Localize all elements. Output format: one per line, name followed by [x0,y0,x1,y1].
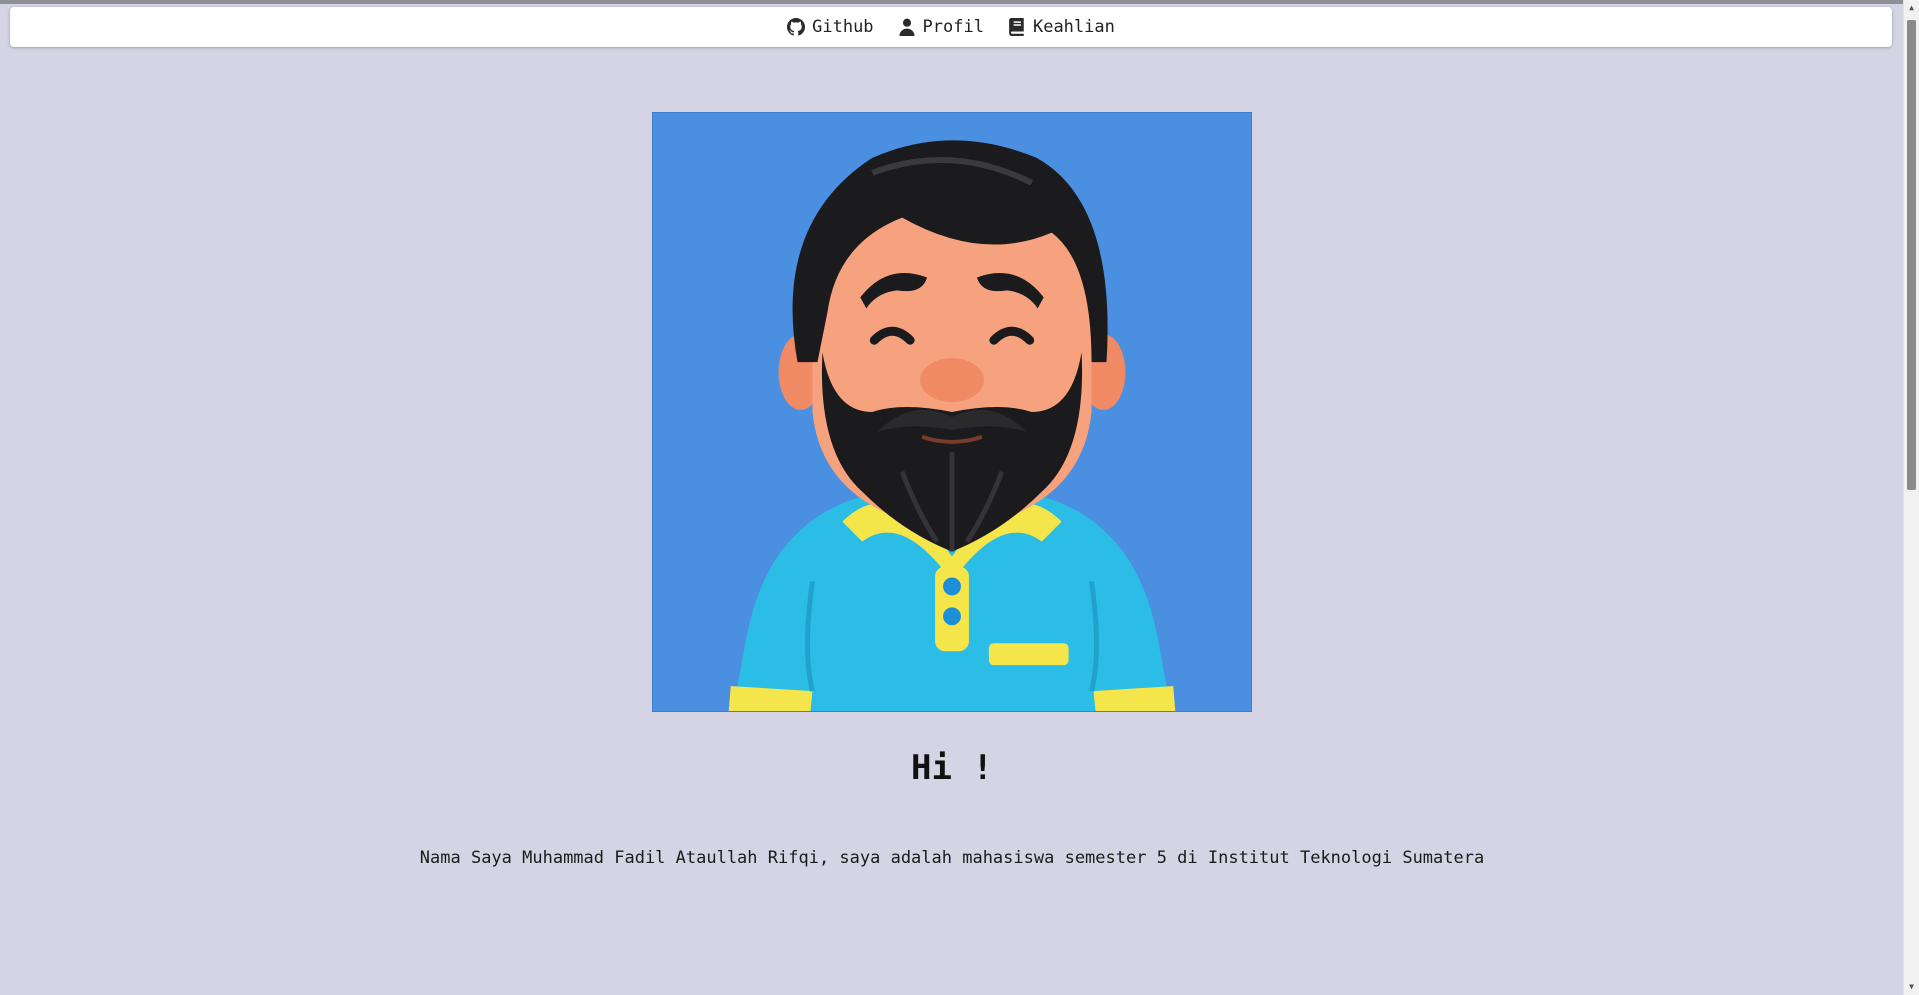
nav-github-label: Github [812,17,874,37]
vertical-scrollbar[interactable]: ▲ ▼ [1903,0,1919,995]
book-icon [1009,18,1024,36]
nav-profil-label: Profil [922,17,984,37]
top-navbar: Github Profil Keahlian [10,7,1892,47]
intro-text: Nama Saya Muhammad Fadil Ataullah Rifqi,… [419,848,1485,868]
profile-photo [652,112,1252,712]
nav-keahlian-label: Keahlian [1032,17,1115,37]
nav-profil-link[interactable]: Profil [898,17,984,37]
scroll-up-arrow[interactable]: ▲ [1904,0,1919,16]
greeting-heading: Hi ! [911,748,993,788]
nav-github-link[interactable]: Github [787,17,874,37]
scroll-thumb[interactable] [1907,20,1916,490]
user-icon [899,18,915,36]
github-icon [787,18,806,36]
window-top-strip [0,0,1919,4]
nav-keahlian-link[interactable]: Keahlian [1008,17,1115,37]
scroll-down-arrow[interactable]: ▼ [1904,979,1919,995]
avatar-illustration [653,113,1251,711]
